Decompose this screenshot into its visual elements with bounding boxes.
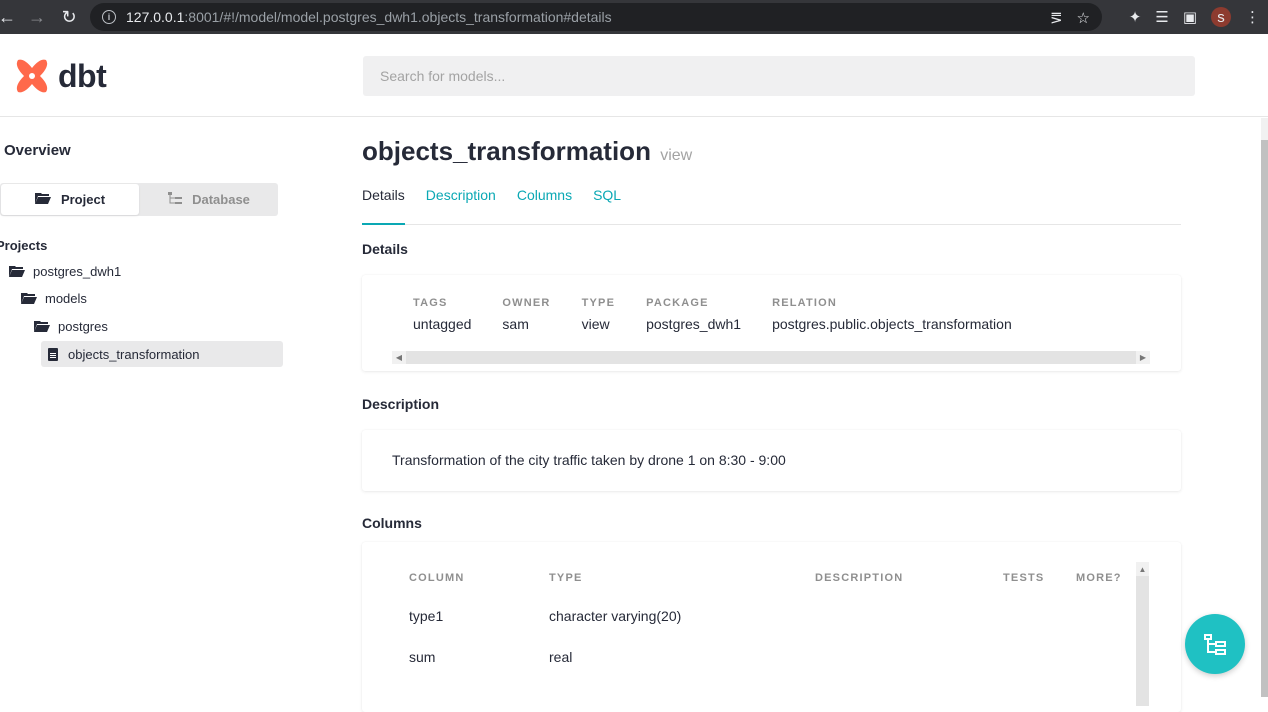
folder-open-icon [34, 320, 50, 332]
app-header: dbt [0, 34, 1268, 117]
site-info-icon[interactable]: i [102, 10, 116, 24]
hierarchy-icon [1204, 634, 1226, 655]
details-card: TAGS untagged OWNER sam TYPE view PACKAG… [362, 275, 1181, 371]
dbt-logo[interactable]: dbt [12, 56, 107, 96]
detail-package: PACKAGE postgres_dwh1 [646, 297, 741, 332]
tree-item-label: objects_transformation [68, 346, 200, 362]
tab-sql[interactable]: SQL [593, 186, 621, 225]
folder-open-icon [9, 265, 25, 277]
database-tab-label: Database [192, 192, 250, 207]
split-view-icon[interactable]: ▣ [1183, 8, 1197, 26]
lineage-graph-button[interactable] [1185, 614, 1245, 674]
logo-text: dbt [58, 57, 107, 94]
tree-item-model[interactable]: objects_transformation [41, 341, 283, 367]
back-icon[interactable]: ← [0, 6, 18, 28]
tab-columns[interactable]: Columns [517, 186, 572, 225]
detail-type: TYPE view [582, 297, 616, 332]
browser-toolbar: ← → ↻ i 127.0.0.1:8001/#!/model/model.po… [0, 0, 1268, 34]
horizontal-scrollbar[interactable]: ◀ ▶ [392, 351, 1150, 364]
detail-tags: TAGS untagged [413, 297, 471, 332]
url-path: :8001/#!/model/model.postgres_dwh1.objec… [184, 9, 612, 25]
address-bar[interactable]: i 127.0.0.1:8001/#!/model/model.postgres… [90, 3, 1102, 31]
column-header: COLUMN [409, 572, 465, 584]
columns-card: COLUMN TYPE DESCRIPTION TESTS MORE? type… [362, 542, 1181, 712]
bookmark-star-icon[interactable]: ☆ [1077, 9, 1090, 27]
media-icon[interactable]: ☰ [1155, 8, 1168, 26]
model-name: objects_transformation [362, 136, 651, 166]
column-header: TYPE [549, 572, 583, 584]
reload-icon[interactable]: ↻ [58, 6, 80, 28]
view-toggle: Project Database [0, 183, 278, 216]
detail-value: postgres_dwh1 [646, 316, 742, 332]
project-tab[interactable]: Project [1, 184, 139, 215]
tabs: Details Description Columns SQL [362, 186, 1181, 225]
scroll-up-icon[interactable]: ▲ [1136, 562, 1149, 576]
folder-open-icon [34, 192, 51, 207]
detail-label: OWNER [502, 297, 551, 309]
profile-avatar[interactable]: s [1211, 7, 1231, 27]
detail-label: TAGS [413, 297, 448, 309]
overview-link[interactable]: Overview [4, 142, 71, 159]
materialization-label: view [660, 147, 693, 164]
menu-icon[interactable]: ⋮ [1245, 8, 1260, 26]
column-name[interactable]: sum [409, 649, 435, 665]
details-heading: Details [362, 241, 408, 257]
detail-value: view [581, 316, 610, 332]
column-name[interactable]: type1 [409, 608, 443, 624]
hierarchy-icon [168, 191, 183, 208]
column-header: DESCRIPTION [815, 572, 904, 584]
scroll-right-icon[interactable]: ▶ [1136, 351, 1150, 364]
detail-value: postgres.public.objects_transformation [772, 316, 1012, 332]
project-tab-label: Project [60, 192, 106, 207]
description-card: Transformation of the city traffic taken… [362, 430, 1181, 491]
page-title: objects_transformation view [362, 136, 692, 167]
url-host: 127.0.0.1 [126, 9, 185, 25]
detail-owner: OWNER sam [502, 297, 550, 332]
detail-label: TYPE [581, 297, 616, 309]
forward-icon[interactable]: → [26, 6, 48, 28]
detail-value: untagged [413, 316, 472, 332]
details-grid: TAGS untagged OWNER sam TYPE view PACKAG… [413, 297, 1043, 332]
column-type: real [549, 649, 573, 665]
folder-open-icon [21, 292, 37, 304]
columns-heading: Columns [362, 515, 422, 531]
tree-item-label: postgres_dwh1 [33, 263, 122, 279]
column-type: character varying(20) [549, 608, 682, 624]
tree-item-label: postgres [58, 318, 108, 334]
dbt-logo-icon [16, 59, 48, 93]
file-icon [48, 347, 58, 361]
page-scrollbar[interactable] [1261, 118, 1268, 697]
tab-details[interactable]: Details [362, 186, 405, 225]
detail-relation: RELATION postgres.public.objects_transfo… [772, 297, 1012, 332]
detail-label: RELATION [772, 297, 838, 309]
description-text: Transformation of the city traffic taken… [392, 452, 786, 468]
column-header: MORE? [1076, 572, 1122, 584]
tree-item-models[interactable]: models [21, 285, 87, 311]
page-scrollbar-thumb[interactable] [1261, 140, 1268, 697]
tree-item-label: models [45, 290, 87, 306]
main-content: objects_transformation view Details Desc… [362, 118, 1182, 712]
share-icon[interactable]: ⪚ [1050, 9, 1063, 27]
scroll-left-icon[interactable]: ◀ [392, 351, 406, 364]
detail-value: sam [502, 316, 529, 332]
vertical-scrollbar[interactable]: ▲ [1136, 562, 1149, 706]
detail-label: PACKAGE [646, 297, 709, 309]
database-tab[interactable]: Database [140, 183, 278, 216]
sidebar: Overview Project Database Projects postg… [0, 118, 300, 697]
column-header: TESTS [1003, 572, 1045, 584]
description-heading: Description [362, 396, 440, 412]
extensions-icon[interactable]: ✦ [1129, 8, 1142, 26]
projects-label: Projects [0, 238, 48, 253]
scrollbar-thumb[interactable] [1136, 576, 1149, 706]
tree-item-project[interactable]: postgres_dwh1 [9, 258, 121, 284]
tree-item-postgres[interactable]: postgres [34, 313, 108, 339]
tab-description[interactable]: Description [426, 186, 496, 225]
search-input[interactable] [363, 56, 1195, 96]
scrollbar-thumb[interactable] [406, 351, 1136, 364]
